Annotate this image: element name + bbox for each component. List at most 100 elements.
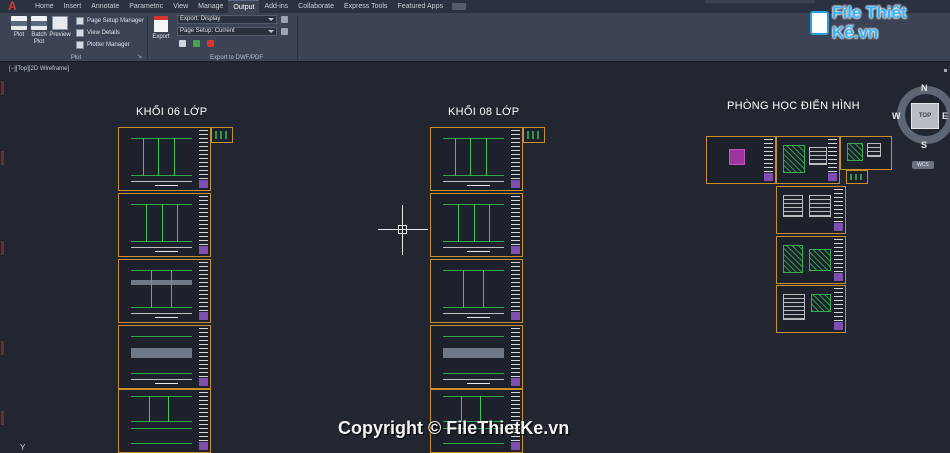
tab-collaborate[interactable]: Collaborate xyxy=(293,0,339,13)
floor-plan xyxy=(131,204,192,248)
drawing-sheet[interactable] xyxy=(430,259,523,323)
compass-south[interactable]: S xyxy=(921,140,927,150)
classroom-detail xyxy=(783,145,805,173)
classroom-sheet[interactable] xyxy=(776,136,840,184)
view-details-button[interactable]: View Details xyxy=(76,27,120,38)
title-block xyxy=(834,189,843,231)
drawing-sheet[interactable] xyxy=(118,127,211,191)
page-setup-dropdown[interactable]: Page Setup: Current xyxy=(177,27,277,36)
classroom-plan xyxy=(729,149,745,165)
classroom-detail xyxy=(811,294,831,312)
chevron-down-icon xyxy=(268,18,274,21)
drawing-sheet[interactable] xyxy=(118,325,211,389)
tab-annotate[interactable]: Annotate xyxy=(86,0,124,13)
tab-output[interactable]: Output xyxy=(228,0,260,13)
block-title-khoi-06: KHỐI 06 LỚP xyxy=(136,106,208,118)
classroom-sheet[interactable] xyxy=(776,236,846,284)
page-setup-override-icon[interactable] xyxy=(281,28,288,35)
classroom-detail xyxy=(809,195,831,217)
compass-north[interactable]: N xyxy=(921,83,928,93)
panel-divider xyxy=(297,16,298,60)
plot-button[interactable]: Plot xyxy=(8,15,30,49)
tab-add-ins[interactable]: Add-ins xyxy=(259,0,293,13)
ribbon-tab-bar: A Home Insert Annotate Parametric View M… xyxy=(0,0,950,13)
drawing-sheet[interactable] xyxy=(118,193,211,257)
classroom-sheet[interactable] xyxy=(706,136,776,184)
panel-divider xyxy=(147,16,148,60)
classroom-detail xyxy=(847,143,863,161)
classroom-detail xyxy=(867,143,881,157)
drawing-sheet[interactable] xyxy=(430,325,523,389)
panel-launcher-icon[interactable]: ↘ xyxy=(137,53,142,60)
floor-plan xyxy=(131,270,192,314)
preview-button[interactable]: Preview xyxy=(49,15,71,49)
floor-plan xyxy=(443,204,504,248)
export-preview-icon[interactable] xyxy=(281,16,288,23)
ribbon-tabs: Home Insert Annotate Parametric View Man… xyxy=(30,0,466,13)
drawing-sheet[interactable] xyxy=(430,193,523,257)
drawing-sheet[interactable] xyxy=(118,389,211,453)
export-panel: Export Export: Display Page Setup: Curre… xyxy=(150,13,295,62)
plotter-manager-icon xyxy=(76,40,84,49)
tab-parametric[interactable]: Parametric xyxy=(124,0,168,13)
batch-plot-button[interactable]: Batch Plot xyxy=(28,15,50,49)
viewport-corner-marker xyxy=(944,69,947,72)
classroom-detail xyxy=(809,249,831,271)
title-block xyxy=(511,328,520,386)
plotter-manager-label: Plotter Manager xyxy=(87,41,130,48)
viewcube-top-face[interactable]: TOP xyxy=(911,103,939,129)
title-block xyxy=(199,262,208,320)
classroom-sheet[interactable] xyxy=(840,136,892,170)
compass-east[interactable]: E xyxy=(942,111,948,121)
autocad-app-icon[interactable]: A xyxy=(8,0,24,13)
pdf-icon xyxy=(154,16,168,32)
chevron-down-icon xyxy=(268,30,274,33)
floor-plan xyxy=(131,336,192,380)
tab-home[interactable]: Home xyxy=(30,0,59,13)
title-block xyxy=(511,130,520,188)
classroom-sheet[interactable] xyxy=(776,186,846,234)
drawing-sheet[interactable] xyxy=(118,259,211,323)
legend-sheet[interactable] xyxy=(846,170,868,184)
title-block xyxy=(834,288,843,330)
logo-text: File Thiết Kế.vn xyxy=(832,3,907,42)
floor-plan xyxy=(443,270,504,314)
export-pdf-icon[interactable] xyxy=(207,40,214,47)
export-dwf-icon[interactable] xyxy=(179,40,186,47)
export-dwfx-icon[interactable] xyxy=(193,40,200,47)
block-title-khoi-08: KHỐI 08 LỚP xyxy=(448,106,520,118)
tab-insert[interactable]: Insert xyxy=(59,0,87,13)
plotter-manager-button[interactable]: Plotter Manager xyxy=(76,39,130,50)
title-block xyxy=(511,196,520,254)
legend-sheet[interactable] xyxy=(523,127,545,143)
elevation xyxy=(131,428,192,444)
copyright-watermark: Copyright © FileThietKe.vn xyxy=(338,418,570,438)
view-details-icon xyxy=(76,28,84,37)
viewport-controls-label[interactable]: [−][Top][2D Wireframe] xyxy=(9,66,69,72)
export-label: Export xyxy=(152,34,170,40)
classroom-sheet[interactable] xyxy=(776,285,846,333)
search-field-edge[interactable] xyxy=(705,0,815,3)
legend-sheet[interactable] xyxy=(211,127,233,143)
wcs-menu[interactable]: WCS xyxy=(912,161,934,169)
title-block xyxy=(511,262,520,320)
classroom-detail xyxy=(783,245,803,273)
title-block xyxy=(199,392,208,450)
drawing-sheet[interactable] xyxy=(430,127,523,191)
page-setup-value: Page Setup: Current xyxy=(180,28,235,34)
export-button[interactable]: Export xyxy=(150,15,172,49)
tab-featured-apps[interactable]: Featured Apps xyxy=(392,0,448,13)
tab-express-tools[interactable]: Express Tools xyxy=(339,0,392,13)
export-panel-title: Export to DWF/PDF xyxy=(209,55,263,61)
ribbon-toggle-icon[interactable] xyxy=(451,3,466,10)
classroom-detail xyxy=(783,195,803,217)
tab-view[interactable]: View xyxy=(168,0,193,13)
plot-label: Plot xyxy=(13,32,25,38)
view-details-label: View Details xyxy=(87,29,120,36)
preview-icon xyxy=(52,16,68,30)
export-display-dropdown[interactable]: Export: Display xyxy=(177,15,277,24)
title-block xyxy=(828,139,837,181)
compass-west[interactable]: W xyxy=(892,111,901,121)
page-setup-manager-button[interactable]: Page Setup Manager xyxy=(76,15,144,26)
tab-manage[interactable]: Manage xyxy=(193,0,228,13)
